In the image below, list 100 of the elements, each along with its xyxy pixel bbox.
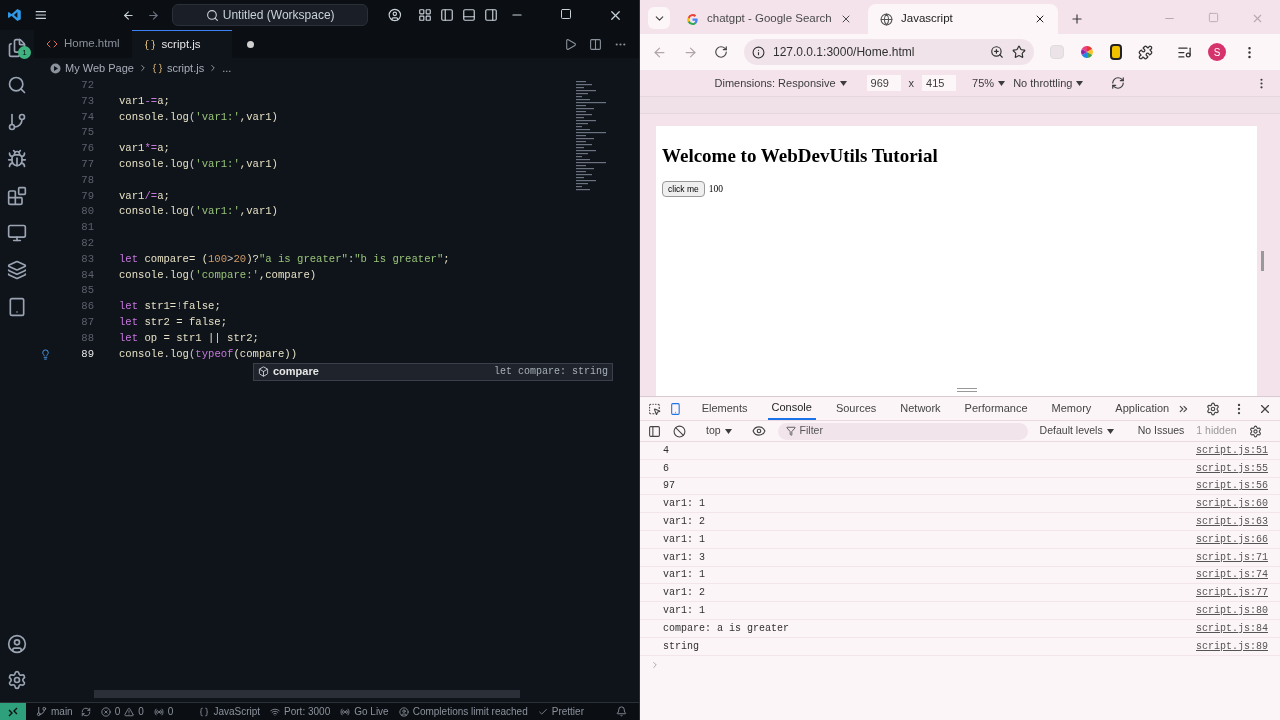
issues-status[interactable]: No Issues (1137, 423, 1185, 439)
explorer-icon[interactable] (7, 38, 27, 58)
line-number: 72 (81, 77, 94, 93)
breadcrumb-item[interactable]: ... (222, 59, 232, 77)
source-link[interactable]: script.js:56 (1196, 478, 1268, 494)
settings-icon[interactable] (7, 670, 27, 690)
sidebar-icon[interactable] (648, 424, 661, 438)
layout-icon[interactable] (418, 8, 432, 22)
debug-icon[interactable] (7, 149, 27, 169)
zoom-dropdown[interactable]: 75% (972, 74, 1006, 92)
warning-icon (124, 706, 135, 717)
inspect-icon[interactable] (648, 401, 661, 416)
close-tab-icon[interactable] (840, 13, 852, 25)
browser-tab[interactable]: chatgpt - Google Search (674, 4, 864, 34)
width-field[interactable]: 969 (866, 74, 901, 92)
click-me-button[interactable]: click me (662, 180, 705, 198)
command-center[interactable]: Untitled (Workspace) (172, 4, 369, 26)
devtools-tab[interactable]: Memory (1047, 397, 1096, 420)
devtools-tab[interactable]: Console (767, 397, 816, 420)
run-icon[interactable] (564, 37, 577, 51)
close-tab-icon[interactable] (1034, 13, 1046, 25)
source-link[interactable]: script.js:89 (1196, 638, 1268, 654)
devtools-tab[interactable]: Application (1111, 397, 1174, 420)
notifications-icon[interactable] (616, 706, 627, 717)
devtools-tab[interactable]: Performance (960, 397, 1032, 420)
source-control-icon[interactable] (7, 112, 27, 132)
suggestion-popup[interactable]: compare let compare: string (253, 362, 613, 381)
color-wheel-icon[interactable] (1080, 45, 1094, 59)
source-link[interactable]: script.js:63 (1196, 514, 1268, 530)
dimensions-dropdown[interactable]: Dimensions: Responsive (714, 74, 847, 92)
side-resize-handle[interactable] (1261, 251, 1264, 271)
eye-icon[interactable] (751, 424, 766, 438)
broadcast-icon (270, 706, 281, 717)
devtools-tab[interactable]: Elements (697, 397, 752, 420)
panel-left-icon[interactable] (440, 8, 454, 22)
tab-search-button[interactable] (648, 7, 670, 29)
reload-icon[interactable] (714, 45, 728, 59)
source-link[interactable]: script.js:66 (1196, 531, 1268, 547)
devtools-tab[interactable]: Network (896, 397, 945, 420)
settings-icon[interactable] (1206, 401, 1220, 416)
source-link[interactable]: script.js:60 (1196, 496, 1268, 512)
breadcrumb-item[interactable]: My Web Page (65, 59, 134, 77)
branch-status[interactable]: main (36, 704, 91, 719)
site-info-icon[interactable] (752, 45, 765, 59)
completions-status[interactable]: Completions limit reached (398, 704, 528, 719)
language-status[interactable]: JavaScript (199, 704, 261, 719)
extensions-icon[interactable] (1138, 44, 1153, 60)
device-mode-icon[interactable] (668, 401, 682, 416)
editor-tab[interactable]: Home.html (34, 30, 132, 58)
filter-field[interactable]: Filter (777, 422, 1028, 440)
panel-right-icon[interactable] (484, 8, 498, 22)
media-icon[interactable] (1177, 44, 1192, 60)
split-editor-icon[interactable] (589, 37, 602, 51)
source-link[interactable]: script.js:74 (1196, 567, 1268, 583)
levels-dropdown[interactable]: Default levels (1039, 423, 1114, 439)
height-field[interactable]: 415 (922, 74, 957, 92)
filter-input[interactable]: Filter (799, 423, 1000, 439)
port-status[interactable]: Port: 3000 (270, 704, 331, 719)
times-sign: x (908, 75, 915, 91)
clear-console-icon[interactable] (673, 424, 686, 438)
code-line: var1*=a; (119, 141, 170, 157)
maximize-icon[interactable] (560, 7, 572, 20)
new-tab-icon[interactable] (1070, 12, 1084, 26)
remote-icon (7, 705, 19, 718)
device-icon[interactable] (7, 297, 27, 317)
console-settings-icon[interactable] (1248, 424, 1262, 438)
address-bar[interactable]: 127.0.0.1:3000/Home.html (744, 39, 1034, 65)
browser-tab[interactable]: Javascript (868, 4, 1058, 34)
console-message: var1: 1 (663, 532, 705, 547)
source-link[interactable]: script.js:51 (1196, 442, 1268, 458)
source-link[interactable]: script.js:77 (1196, 585, 1268, 601)
bookmark-icon[interactable] (1012, 45, 1026, 59)
source-link[interactable]: script.js:84 (1196, 620, 1268, 636)
extensions-icon[interactable] (7, 186, 27, 206)
problems-status[interactable]: 0 0 (100, 704, 144, 719)
panel-bottom-icon[interactable] (462, 8, 476, 22)
windows-icon[interactable] (7, 260, 27, 280)
lightbulb-icon[interactable] (40, 348, 51, 360)
zoom-icon[interactable] (990, 45, 1004, 59)
source-link[interactable]: script.js:55 (1196, 460, 1268, 476)
ports-status[interactable]: 0 (153, 704, 174, 719)
search-icon[interactable] (7, 75, 27, 95)
prettier-status[interactable]: Prettier (537, 704, 584, 719)
horizontal-scrollbar[interactable] (94, 690, 520, 698)
js-file-icon (151, 62, 163, 74)
remote-explorer-icon[interactable] (7, 223, 27, 243)
devtools-tab[interactable]: Sources (831, 397, 881, 420)
account-icon[interactable] (7, 634, 27, 654)
extension-icon[interactable] (1110, 44, 1122, 60)
rotate-icon[interactable] (1111, 76, 1126, 90)
breadcrumb-item[interactable]: script.js (166, 59, 205, 77)
profile-avatar[interactable]: S (1208, 43, 1226, 61)
resize-handle[interactable] (956, 388, 977, 392)
context-dropdown[interactable]: top (706, 423, 732, 439)
js-file-icon (143, 38, 156, 51)
throttling-dropdown[interactable]: No throttling (1013, 74, 1084, 92)
source-link[interactable]: script.js:71 (1196, 549, 1268, 565)
go-live-button[interactable]: Go Live (340, 704, 389, 719)
remote-button[interactable] (0, 703, 26, 720)
source-link[interactable]: script.js:80 (1196, 603, 1268, 619)
